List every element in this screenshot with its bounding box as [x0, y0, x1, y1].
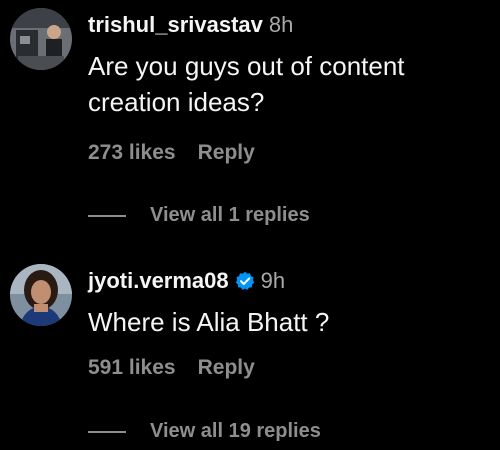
comment-meta: 591 likes Reply	[88, 356, 255, 380]
comment-text: Where is Alia Bhatt ?	[88, 307, 330, 337]
verified-badge-icon	[235, 271, 254, 290]
view-replies-button[interactable]: View all 1 replies	[88, 204, 310, 227]
timestamp: 8h	[268, 12, 294, 37]
comment-meta: 273 likes Reply	[88, 141, 255, 165]
reply-button[interactable]: Reply	[198, 356, 255, 379]
view-replies-label: View all 1 replies	[150, 204, 310, 226]
avatar-image	[10, 8, 72, 70]
avatar-image	[10, 264, 72, 326]
view-replies-button[interactable]: View all 19 replies	[88, 420, 321, 443]
avatar[interactable]	[10, 8, 72, 70]
username[interactable]: trishul_srivastav	[88, 12, 263, 37]
replies-divider	[88, 214, 126, 217]
replies-divider	[88, 430, 126, 433]
avatar[interactable]	[10, 264, 72, 326]
timestamp: 9h	[260, 268, 286, 293]
comment-header: jyoti.verma08 9h	[88, 268, 285, 294]
comment-text: Are you guys out of content creation ide…	[88, 51, 405, 117]
view-replies-label: View all 19 replies	[150, 420, 321, 442]
reply-button[interactable]: Reply	[198, 141, 255, 164]
likes-count[interactable]: 273 likes	[88, 141, 176, 164]
likes-count[interactable]: 591 likes	[88, 356, 176, 379]
username[interactable]: jyoti.verma08	[88, 268, 229, 293]
comment-header: trishul_srivastav 8h	[88, 12, 293, 38]
